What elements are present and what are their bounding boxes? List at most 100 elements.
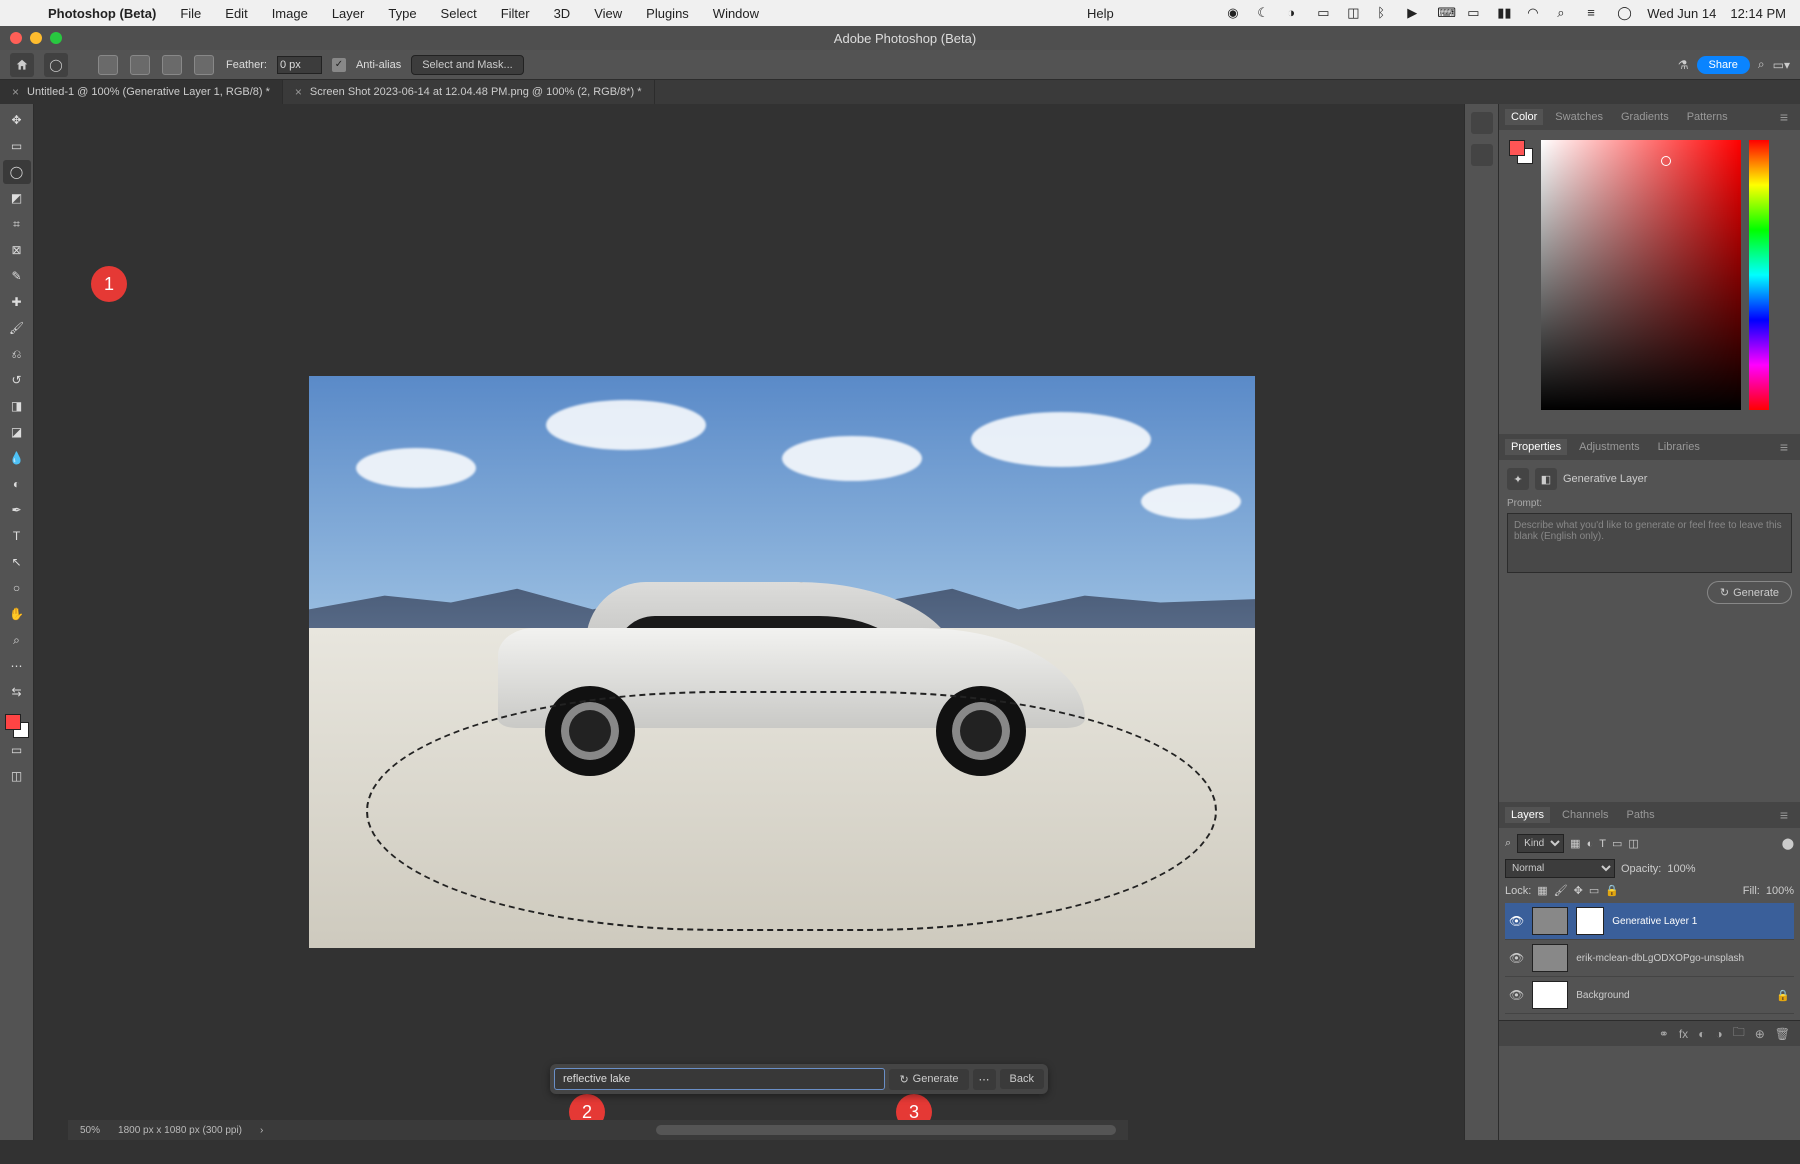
screen-mode-icon[interactable]: ▭	[3, 738, 31, 762]
more-tools-icon[interactable]: ⋯	[3, 654, 31, 678]
delete-layer-icon[interactable]: 🗑	[1775, 1027, 1790, 1041]
layer-thumbnail[interactable]	[1532, 981, 1568, 1009]
canvas-area[interactable]: 1 2 3 ↻Generate ⋯ Back 50% 1800 px x 108…	[34, 104, 1464, 1140]
battery-icon[interactable]: ▮▮	[1497, 5, 1513, 21]
chevron-right-icon[interactable]: ›	[260, 1125, 263, 1136]
zoom-tool[interactable]: ⌕	[3, 628, 31, 652]
filter-toggle-icon[interactable]: ⬤	[1782, 837, 1794, 850]
object-select-tool[interactable]: ◩	[3, 186, 31, 210]
selection-subtract[interactable]	[162, 55, 182, 75]
status-icon-3[interactable]: ◑	[1287, 5, 1303, 21]
workspace-icon[interactable]: ▭▾	[1773, 58, 1790, 72]
tab-gradients[interactable]: Gradients	[1615, 109, 1675, 125]
select-and-mask-button[interactable]: Select and Mask...	[411, 55, 524, 75]
visibility-toggle[interactable]: 👁	[1509, 914, 1524, 928]
share-button[interactable]: Share	[1697, 56, 1750, 74]
lock-all-icon[interactable]: 🔒	[1605, 884, 1619, 897]
blur-tool[interactable]: 💧	[3, 446, 31, 470]
tab-properties[interactable]: Properties	[1505, 439, 1567, 455]
home-button[interactable]	[10, 53, 34, 77]
tab-screenshot[interactable]: × Screen Shot 2023-06-14 at 12.04.48 PM.…	[283, 80, 655, 104]
history-brush-tool[interactable]: ↺	[3, 368, 31, 392]
horizontal-scrollbar[interactable]	[656, 1125, 1116, 1135]
layer-thumbnail[interactable]	[1532, 907, 1568, 935]
layer-name[interactable]: Generative Layer 1	[1612, 916, 1790, 927]
document-dimensions[interactable]: 1800 px x 1080 px (300 ppi)	[118, 1125, 242, 1136]
type-tool[interactable]: T	[3, 524, 31, 548]
path-select-tool[interactable]: ↖	[3, 550, 31, 574]
beaker-icon[interactable]: ⚗	[1678, 58, 1689, 72]
layer-thumbnail[interactable]	[1532, 944, 1568, 972]
filter-pixel-icon[interactable]: ▦	[1570, 837, 1580, 850]
lasso-tool-preset[interactable]: ◯	[44, 53, 68, 77]
filter-adjust-icon[interactable]: ◐	[1587, 838, 1594, 850]
visibility-toggle[interactable]: 👁	[1509, 951, 1524, 965]
date-label[interactable]: Wed Jun 14	[1647, 6, 1716, 21]
minimize-window-button[interactable]	[30, 32, 42, 44]
new-group-icon[interactable]: 🗀	[1733, 1023, 1745, 1044]
time-label[interactable]: 12:14 PM	[1730, 6, 1786, 21]
blend-mode-select[interactable]: Normal	[1505, 859, 1615, 878]
tab-channels[interactable]: Channels	[1556, 807, 1614, 823]
tab-libraries[interactable]: Libraries	[1652, 439, 1706, 455]
status-icon-2[interactable]: ☾	[1257, 5, 1273, 21]
layer-filter-select[interactable]: Kind	[1517, 834, 1564, 853]
filter-shape-icon[interactable]: ▭	[1612, 837, 1622, 850]
lasso-tool[interactable]: ◯	[3, 160, 31, 184]
panel-menu-icon[interactable]: ≡	[1774, 107, 1794, 127]
menu-select[interactable]: Select	[431, 6, 487, 21]
marquee-tool[interactable]: ▭	[3, 134, 31, 158]
layer-item[interactable]: 👁 Background 🔒	[1505, 977, 1794, 1014]
close-window-button[interactable]	[10, 32, 22, 44]
tab-swatches[interactable]: Swatches	[1549, 109, 1609, 125]
generate-button[interactable]: ↻Generate	[889, 1069, 968, 1090]
app-menu[interactable]: Photoshop (Beta)	[38, 6, 166, 21]
lock-position-icon[interactable]: ✥	[1574, 884, 1583, 897]
filter-type-icon[interactable]: T	[1599, 838, 1606, 850]
hand-tool[interactable]: ✋	[3, 602, 31, 626]
layer-name[interactable]: erik-mclean-dbLgODXOPgo-unsplash	[1576, 953, 1790, 964]
more-options-button[interactable]: ⋯	[973, 1069, 996, 1090]
saturation-value-picker[interactable]	[1541, 140, 1741, 410]
link-layers-icon[interactable]: ⚭	[1659, 1027, 1669, 1041]
move-tool[interactable]: ✥	[3, 108, 31, 132]
layer-name[interactable]: Background	[1576, 990, 1768, 1001]
layer-item[interactable]: 👁 erik-mclean-dbLgODXOPgo-unsplash	[1505, 940, 1794, 977]
quick-mask-icon[interactable]: ◫	[3, 764, 31, 788]
selection-intersect[interactable]	[194, 55, 214, 75]
tab-color[interactable]: Color	[1505, 109, 1543, 125]
menu-edit[interactable]: Edit	[215, 6, 257, 21]
brush-tool[interactable]: 🖌	[3, 316, 31, 340]
panel-color-swatches[interactable]	[1509, 140, 1533, 164]
menu-help[interactable]: Help	[1077, 6, 1124, 21]
tab-patterns[interactable]: Patterns	[1681, 109, 1734, 125]
panel-menu-icon[interactable]: ≡	[1774, 437, 1794, 457]
layer-item[interactable]: 👁 Generative Layer 1	[1505, 903, 1794, 940]
filter-smart-icon[interactable]: ◫	[1628, 837, 1638, 850]
selection-new[interactable]	[98, 55, 118, 75]
crop-tool[interactable]: ⌗	[3, 212, 31, 236]
layer-style-icon[interactable]: fx	[1679, 1027, 1688, 1041]
menu-type[interactable]: Type	[378, 6, 426, 21]
status-icon-1[interactable]: ◉	[1227, 5, 1243, 21]
feather-input[interactable]	[277, 56, 322, 74]
menu-plugins[interactable]: Plugins	[636, 6, 699, 21]
frame-tool[interactable]: ⊠	[3, 238, 31, 262]
wifi-icon[interactable]: ◠	[1527, 5, 1543, 21]
lock-image-icon[interactable]: 🖌	[1554, 884, 1568, 897]
mask-thumbnail[interactable]	[1576, 907, 1604, 935]
healing-tool[interactable]: ✚	[3, 290, 31, 314]
bluetooth-icon[interactable]: ᛒ	[1377, 5, 1393, 21]
antialias-checkbox[interactable]: ✓	[332, 58, 346, 72]
outline-icon[interactable]: ◫	[1347, 5, 1363, 21]
edit-toolbar-icon[interactable]: ⇆	[3, 680, 31, 704]
zoom-window-button[interactable]	[50, 32, 62, 44]
keyboard-icon[interactable]: ⌨	[1437, 5, 1453, 21]
siri-icon[interactable]: ◯	[1617, 5, 1633, 21]
dock-icon-2[interactable]	[1471, 144, 1493, 166]
shape-tool[interactable]: ○	[3, 576, 31, 600]
document-canvas[interactable]	[309, 376, 1255, 948]
dock-icon-1[interactable]	[1471, 112, 1493, 134]
close-tab-icon[interactable]: ×	[295, 85, 302, 99]
new-layer-icon[interactable]: ⊕	[1755, 1027, 1765, 1041]
